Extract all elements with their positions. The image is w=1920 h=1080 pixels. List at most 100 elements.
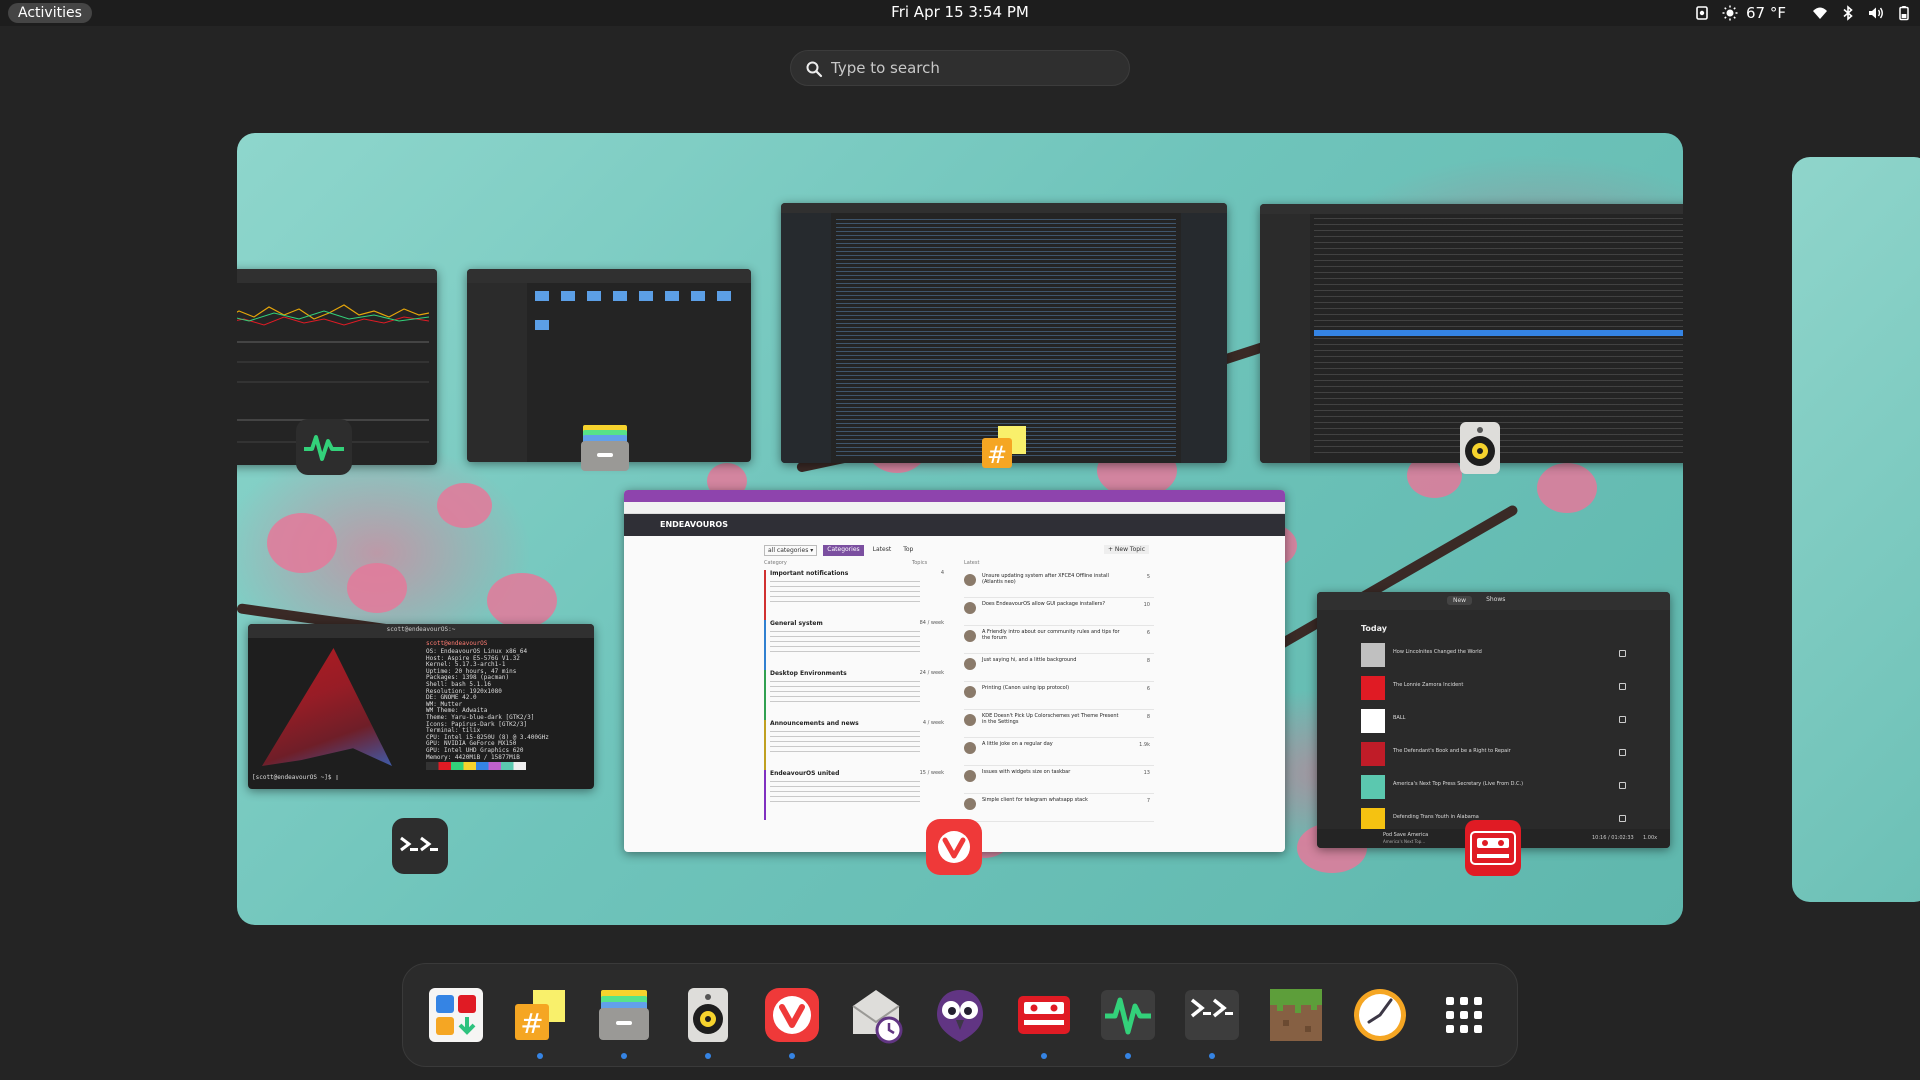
topic-title[interactable]: Printing (Canon using ipp protocol) <box>982 685 1122 691</box>
search-box[interactable] <box>790 50 1130 86</box>
new-topic-button[interactable]: + New Topic <box>1104 545 1150 554</box>
latest-topic-row[interactable]: A Friendly intro about our community rul… <box>964 626 1154 654</box>
latest-topic-row[interactable]: Does EndeavourOS allow GUI package insta… <box>964 598 1154 626</box>
browser-tabstrip[interactable] <box>624 490 1285 502</box>
download-icon[interactable] <box>1619 683 1626 690</box>
screenshot-icon[interactable] <box>1694 5 1710 21</box>
selected-track-row <box>1314 330 1683 336</box>
dock-mail-scheduler[interactable] <box>845 984 907 1046</box>
episode-title: The Defendant's Book and be a Right to R… <box>1393 748 1511 754</box>
episode-row[interactable]: America's Next Top Press Secretary (Live… <box>1361 772 1631 805</box>
activities-button[interactable]: Activities <box>8 3 92 23</box>
download-icon[interactable] <box>1619 650 1626 657</box>
forum-tabs[interactable]: all categories ▾ Categories Latest Top <box>764 545 916 556</box>
episode-artwork <box>1361 643 1385 667</box>
tab-all-categories[interactable]: all categories ▾ <box>764 545 818 556</box>
system-tray[interactable]: 67 °F <box>1694 2 1912 24</box>
vivaldi-window[interactable]: ENDEAVOUROS all categories ▾ Categories … <box>624 490 1285 852</box>
color-swatches <box>426 762 526 770</box>
episode-row[interactable]: BALL <box>1361 706 1631 739</box>
weather-sun-icon <box>1722 5 1738 21</box>
dock-rhythmbox[interactable] <box>677 984 739 1059</box>
category-name[interactable]: Desktop Environments <box>770 670 944 677</box>
dash: # <box>402 963 1518 1067</box>
category-name[interactable]: Important notifications <box>770 570 944 577</box>
topic-title[interactable]: A Friendly intro about our community rul… <box>982 629 1122 641</box>
dock-files[interactable] <box>593 984 655 1059</box>
category-count: 4 / week <box>922 720 944 726</box>
clock-button[interactable]: Fri Apr 15 3:54 PM <box>891 3 1029 21</box>
wifi-icon[interactable] <box>1812 5 1828 21</box>
tilix-badge-icon <box>392 818 448 874</box>
dock-vivaldi[interactable] <box>761 984 823 1059</box>
category-name[interactable]: General system <box>770 620 944 627</box>
latest-topic-row[interactable]: A little joke on a regular day 1.9k <box>964 738 1154 766</box>
topic-reply-count: 7 <box>1146 798 1150 804</box>
dock-software-center[interactable] <box>425 984 487 1046</box>
dock-podcasts[interactable] <box>1013 984 1075 1059</box>
topic-title[interactable]: KDE Doesn't Pick Up Colorschemes yet The… <box>982 713 1122 725</box>
system-monitor-icon <box>1101 990 1155 1040</box>
bluetooth-icon[interactable] <box>1840 5 1856 21</box>
latest-topic-row[interactable]: Issues with widgets size on taskbar 13 <box>964 766 1154 794</box>
search-input[interactable] <box>831 51 1121 85</box>
topic-title[interactable]: Simple client for telegram whatsapp stac… <box>982 797 1122 803</box>
weather-indicator[interactable]: 67 °F <box>1722 4 1786 22</box>
running-indicator <box>1041 1053 1047 1059</box>
latest-topic-row[interactable]: KDE Doesn't Pick Up Colorschemes yet The… <box>964 710 1154 738</box>
download-icon[interactable] <box>1619 815 1626 822</box>
podcasts-window[interactable]: New Shows Today How Lincolnites Changed … <box>1317 592 1670 848</box>
tab-top[interactable]: Top <box>900 545 916 556</box>
category-row[interactable]: EndeavourOS united 15 / week <box>764 770 944 820</box>
system-monitor-badge-icon <box>296 419 352 475</box>
category-row[interactable]: Announcements and news 4 / week <box>764 720 944 770</box>
episode-row[interactable]: How Lincolnites Changed the World <box>1361 640 1631 673</box>
arch-logo <box>262 648 392 766</box>
terminal-header: scott@endeavourOS <box>426 640 488 647</box>
terminal-window[interactable]: scott@endeavourOS:~ scott@endeavourOS OS… <box>248 624 594 789</box>
category-name[interactable]: EndeavourOS united <box>770 770 944 777</box>
episode-row[interactable]: The Defendant's Book and be a Right to R… <box>1361 739 1631 772</box>
download-icon[interactable] <box>1619 716 1626 723</box>
workspace-thumbnail[interactable]: # scott@endeavourOS:~ scott@endeavourOS … <box>237 133 1683 925</box>
topic-title[interactable]: Just saying hi, and a little background <box>982 657 1122 663</box>
next-workspace-thumbnail[interactable] <box>1792 157 1920 902</box>
section-today: Today <box>1361 624 1387 633</box>
dock-minecraft[interactable] <box>1265 984 1327 1046</box>
tab-shows[interactable]: Shows <box>1486 596 1505 605</box>
dock-clock[interactable] <box>1349 984 1411 1046</box>
dock-sticky-notes[interactable]: # <box>509 984 571 1059</box>
category-row[interactable]: General system 84 / week <box>764 620 944 670</box>
dock-system-monitor[interactable] <box>1097 984 1159 1059</box>
playback-speed[interactable]: 1.00x <box>1643 835 1657 841</box>
avatar <box>964 770 976 782</box>
volume-icon[interactable] <box>1868 5 1884 21</box>
latest-topic-row[interactable]: Unsure updating system after XFCE4 Offli… <box>964 570 1154 598</box>
tab-new[interactable]: New <box>1447 596 1473 605</box>
browser-addressbar[interactable] <box>624 502 1285 514</box>
download-icon[interactable] <box>1619 782 1626 789</box>
tab-categories[interactable]: Categories <box>823 545 864 556</box>
latest-topic-row[interactable]: Simple client for telegram whatsapp stac… <box>964 794 1154 822</box>
latest-topic-row[interactable]: Just saying hi, and a little background 8 <box>964 654 1154 682</box>
download-icon[interactable] <box>1619 749 1626 756</box>
avatar <box>964 602 976 614</box>
category-name[interactable]: Announcements and news <box>770 720 944 727</box>
category-row[interactable]: Important notifications 4 <box>764 570 944 620</box>
topic-reply-count: 8 <box>1146 658 1150 664</box>
tab-latest[interactable]: Latest <box>870 545 895 556</box>
latest-topic-row[interactable]: Printing (Canon using ipp protocol) 6 <box>964 682 1154 710</box>
topic-title[interactable]: Issues with widgets size on taskbar <box>982 769 1122 775</box>
topic-title[interactable]: Does EndeavourOS allow GUI package insta… <box>982 601 1122 607</box>
category-row[interactable]: Desktop Environments 24 / week <box>764 670 944 720</box>
episode-title: The Lonnie Zamora Incident <box>1393 682 1464 688</box>
topic-title[interactable]: A little joke on a regular day <box>982 741 1122 747</box>
dock-cawbird[interactable] <box>929 984 991 1046</box>
battery-icon[interactable] <box>1896 5 1912 21</box>
episode-row[interactable]: The Lonnie Zamora Incident <box>1361 673 1631 706</box>
dock-show-apps[interactable] <box>1433 984 1495 1046</box>
playback-time: 10:16 / 01:02:33 <box>1592 835 1634 841</box>
dock-tilix[interactable] <box>1181 984 1243 1059</box>
topic-title[interactable]: Unsure updating system after XFCE4 Offli… <box>982 573 1122 585</box>
mail-clock-icon <box>852 990 903 1044</box>
